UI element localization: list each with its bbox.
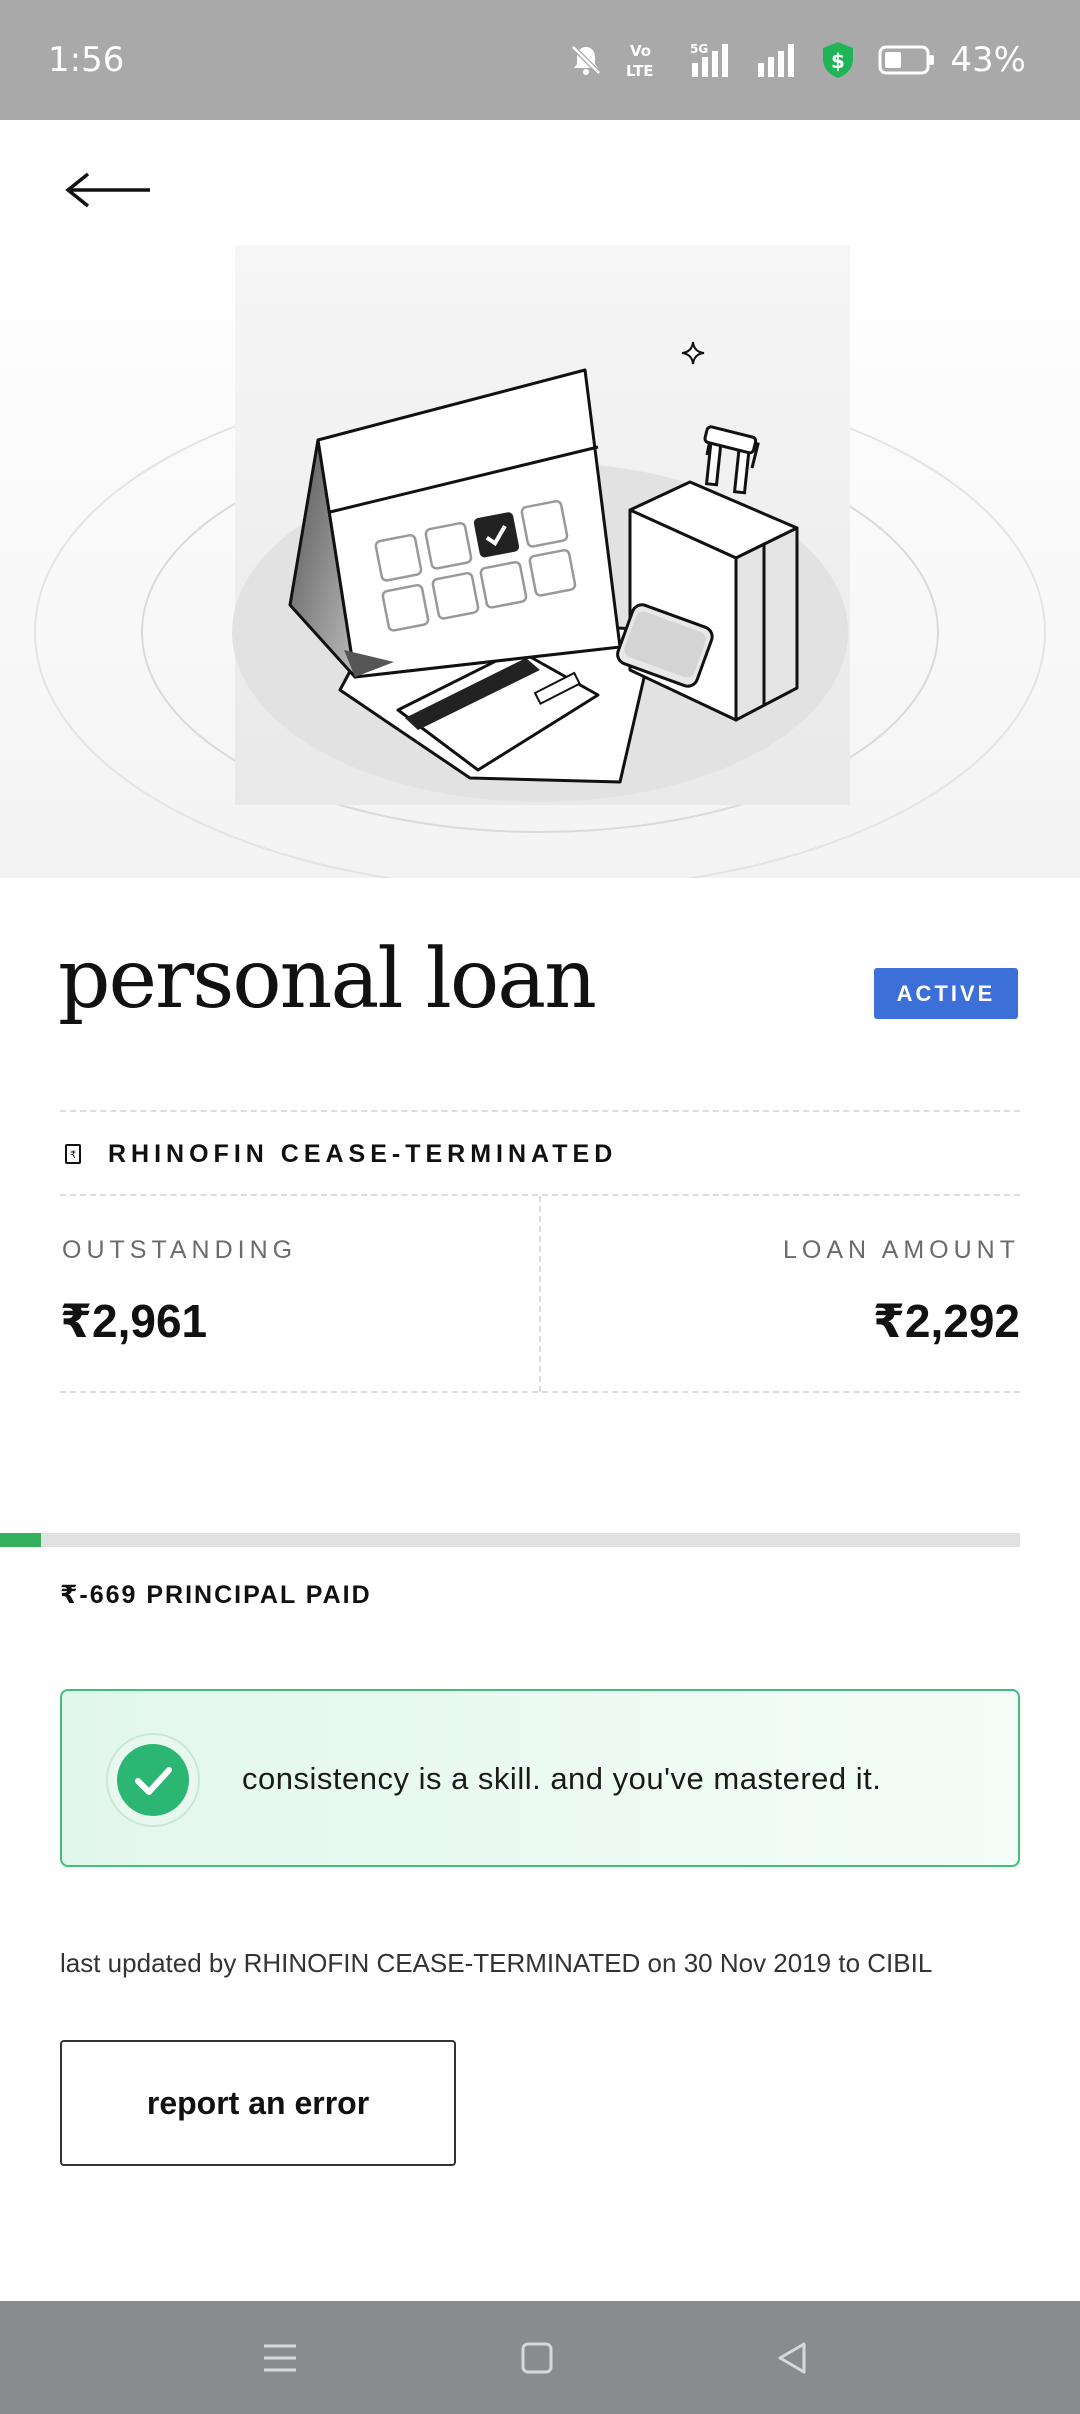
- volte-icon: Vo LTE: [626, 40, 668, 80]
- battery-icon: [878, 44, 936, 76]
- home-icon[interactable]: [512, 2333, 562, 2383]
- lender-icon: ₹: [60, 1141, 86, 1167]
- banner-message: consistency is a skill. and you've maste…: [242, 1761, 882, 1796]
- volte-label-vo: Vo: [630, 42, 651, 60]
- outstanding-label: OUTSTANDING: [62, 1236, 298, 1264]
- loan-illustration: [0, 230, 1080, 878]
- security-shield-icon: $: [820, 40, 856, 80]
- loan-amount-label: LOAN AMOUNT: [783, 1236, 1020, 1264]
- check-circle-icon: [105, 1732, 201, 1828]
- divider: [60, 1110, 1020, 1112]
- signal-5g-icon: 5G: [690, 41, 734, 79]
- principal-paid-text: ₹-669 PRINCIPAL PAID: [60, 1581, 372, 1609]
- lender-name: RHINOFIN CEASE-TERMINATED: [108, 1139, 618, 1168]
- achievement-banner: consistency is a skill. and you've maste…: [60, 1689, 1020, 1867]
- status-bar: 1:56 Vo LTE 5G $ 43%: [0, 0, 1080, 120]
- last-updated-text: last updated by RHINOFIN CEASE-TERMINATE…: [60, 1948, 933, 1978]
- system-nav-bar: [0, 2301, 1080, 2414]
- battery-percent: 43%: [950, 40, 1026, 80]
- column-divider: [539, 1196, 541, 1392]
- repayment-progress-fill: [0, 1533, 41, 1547]
- back-icon[interactable]: [767, 2333, 817, 2383]
- mute-icon: [568, 42, 604, 78]
- status-icons: Vo LTE 5G $ 43%: [568, 36, 1026, 84]
- loan-amount-value: ₹2,292: [872, 1295, 1020, 1347]
- status-badge: ACTIVE: [874, 968, 1018, 1019]
- signal-5g-label: 5G: [690, 42, 708, 56]
- outstanding-value: ₹2,961: [60, 1295, 208, 1347]
- report-error-button[interactable]: report an error: [60, 2040, 456, 2166]
- divider: [60, 1391, 1020, 1393]
- menu-icon[interactable]: [255, 2333, 305, 2383]
- signal-icon: [756, 41, 798, 79]
- lender-row: ₹ RHINOFIN CEASE-TERMINATED: [60, 1132, 617, 1176]
- repayment-progress-bar: [0, 1533, 1020, 1547]
- svg-text:$: $: [831, 49, 845, 73]
- status-time: 1:56: [48, 40, 125, 80]
- volte-label-lte: LTE: [626, 62, 654, 80]
- svg-text:₹: ₹: [70, 1150, 76, 1161]
- page-title: personal loan: [58, 932, 597, 1027]
- back-button[interactable]: [62, 160, 162, 220]
- back-arrow-icon: [65, 172, 150, 208]
